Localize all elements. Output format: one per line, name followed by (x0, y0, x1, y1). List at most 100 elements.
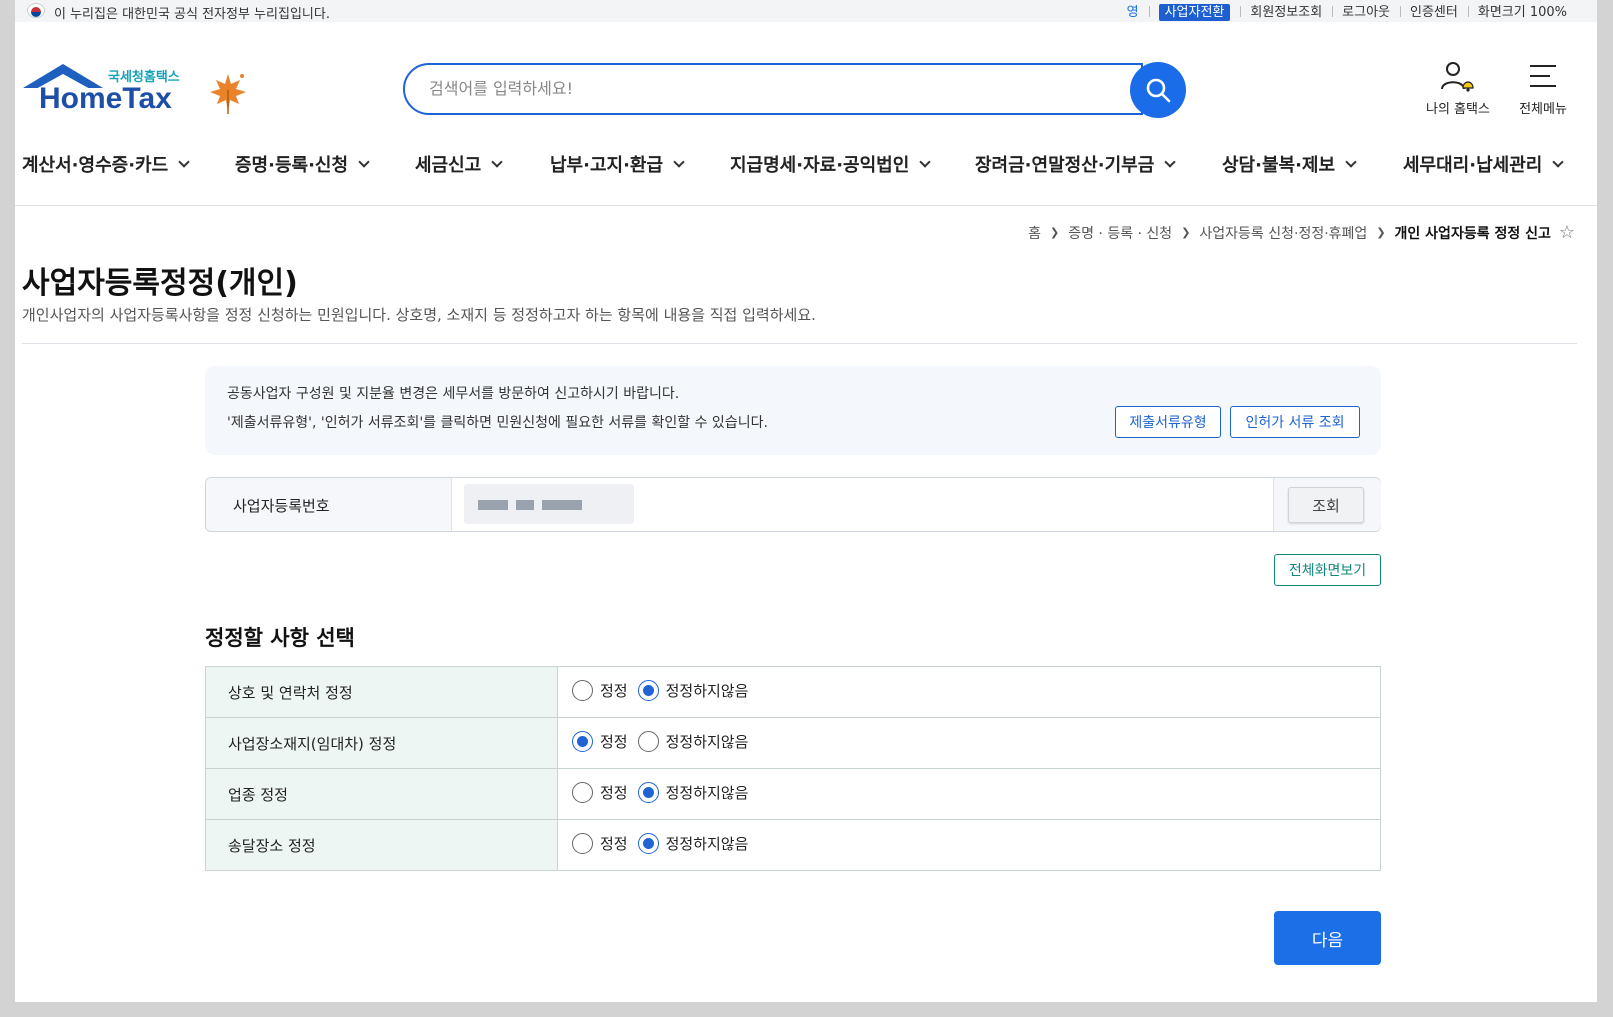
cert-center-link[interactable]: 인증센터 (1400, 1, 1468, 20)
permit-doc-lookup-button[interactable]: 인허가 서류 조회 (1230, 406, 1360, 438)
radio-correct[interactable]: 정정 (572, 679, 628, 701)
chevron-down-icon (1164, 155, 1176, 168)
chevron-down-icon (673, 155, 685, 168)
option-value-cell: 정정 정정하지않음 (557, 819, 1381, 871)
notice-line-2: '제출서류유형', '인허가 서류조회'를 클릭하면 민원신청에 필요한 서류를… (227, 415, 768, 431)
submission-doc-type-button[interactable]: 제출서류유형 (1115, 406, 1221, 438)
page-description: 개인사업자의 사업자등록사항을 정정 신청하는 민원입니다. 상호명, 소재지 … (22, 306, 816, 324)
gnb-item-certificate[interactable]: 증명·등록·신청 (235, 151, 370, 177)
all-menu-label: 전체메뉴 (1519, 102, 1567, 117)
next-button[interactable]: 다음 (1274, 911, 1381, 965)
radio-correct-label: 정정 (600, 732, 628, 751)
option-value-cell: 정정 정정하지않음 (557, 768, 1381, 820)
gnb-divider (15, 205, 1597, 206)
option-row: 송달장소 정정 정정 정정하지않음 (205, 819, 1381, 871)
radio-circle-icon[interactable] (572, 832, 593, 854)
gnb-item-agent[interactable]: 세무대리·납세관리 (1403, 151, 1564, 177)
lookup-button[interactable]: 조회 (1288, 487, 1364, 523)
radio-correct-label: 정정 (600, 834, 628, 853)
language-link[interactable]: 영 (1117, 1, 1149, 20)
chevron-right-icon: ❯ (1049, 226, 1060, 239)
notice-line-1: 공동사업자 구성원 및 지분율 변경은 세무서를 방문하여 신고하시기 바랍니다… (227, 386, 680, 402)
gnb-item-invoice[interactable]: 계산서·영수증·카드 (22, 151, 190, 177)
korea-flag-icon (27, 3, 45, 18)
radio-circle-icon[interactable] (572, 730, 593, 752)
business-switch-link[interactable]: 사업자전환 (1158, 4, 1231, 21)
breadcrumb: 홈 ❯ 증명 · 등록 · 신청 ❯ 사업자등록 신청·정정·휴폐업 ❯ 개인 … (1028, 222, 1575, 243)
radio-circle-icon[interactable] (637, 781, 659, 803)
radio-correct-label: 정정 (600, 783, 628, 802)
my-hometax-label: 나의 홈택스 (1426, 102, 1490, 117)
radio-no-correct[interactable]: 정정하지않음 (637, 832, 749, 854)
option-row: 상호 및 연락처 정정 정정 정정하지않음 (205, 666, 1381, 718)
radio-circle-icon[interactable] (637, 679, 659, 701)
section-title: 정정할 사항 선택 (205, 626, 355, 650)
search-button[interactable] (1130, 62, 1186, 118)
breadcrumb-current: 개인 사업자등록 정정 신고 (1394, 225, 1551, 242)
chevron-down-icon (919, 155, 931, 168)
radio-no-correct[interactable]: 정정하지않음 (637, 781, 749, 803)
fullscreen-view-button[interactable]: 전체화면보기 (1274, 554, 1381, 586)
biz-number-label-cell: 사업자등록번호 (206, 478, 452, 531)
chevron-right-icon: ❯ (1376, 226, 1386, 239)
gov-banner-text: 이 누리집은 대한민국 공식 전자정부 누리집입니다. (54, 7, 330, 22)
biz-number-value-redacted (464, 484, 634, 524)
my-hometax-button[interactable]: 나의 홈택스 (1418, 60, 1498, 117)
top-links: 영 사업자전환 회원정보조회 로그아웃 인증센터 화면크기 100% (1117, 1, 1577, 21)
logout-link[interactable]: 로그아웃 (1332, 1, 1400, 20)
radio-no-correct[interactable]: 정정하지않음 (637, 730, 749, 752)
biz-number-action-cell: 조회 (1273, 478, 1381, 531)
radio-correct[interactable]: 정정 (572, 832, 628, 854)
gnb-item-tax-return[interactable]: 세금신고 (415, 151, 503, 177)
gnb-item-statement[interactable]: 지급명세·자료·공익법인 (730, 151, 931, 177)
search-box (403, 63, 1143, 115)
favorite-star-icon[interactable]: ☆ (1559, 222, 1575, 243)
option-value-cell: 정정 정정하지않음 (557, 666, 1381, 718)
search-icon (1146, 78, 1171, 103)
breadcrumb-home[interactable]: 홈 (1028, 223, 1041, 243)
page-title: 사업자등록정정(개인) (22, 266, 298, 301)
biz-number-label: 사업자등록번호 (233, 497, 330, 515)
radio-circle-icon[interactable] (637, 832, 659, 854)
radio-no-correct-label: 정정하지않음 (665, 834, 749, 853)
chevron-down-icon (491, 155, 503, 168)
chevron-down-icon (178, 155, 190, 168)
gnb-item-payment[interactable]: 납부·고지·환급 (550, 151, 685, 177)
hamburger-menu-icon (1530, 65, 1556, 87)
breadcrumb-level-2[interactable]: 사업자등록 신청·정정·휴폐업 (1199, 223, 1367, 243)
breadcrumb-level-1[interactable]: 증명 · 등록 · 신청 (1068, 223, 1172, 243)
chevron-down-icon (1345, 155, 1357, 168)
hometax-page: 이 누리집은 대한민국 공식 전자정부 누리집입니다. 영 사업자전환 회원정보… (15, 0, 1597, 1002)
radio-correct[interactable]: 정정 (572, 730, 628, 752)
option-label: 사업장소재지(임대차) 정정 (205, 717, 558, 769)
user-bell-icon (1441, 62, 1474, 92)
option-label: 상호 및 연락처 정정 (205, 666, 558, 718)
option-value-cell: 정정 정정하지않음 (557, 717, 1381, 769)
hometax-logo[interactable]: 국세청홈택스 HomeTax (23, 60, 263, 120)
gov-banner: 이 누리집은 대한민국 공식 전자정부 누리집입니다. 영 사업자전환 회원정보… (15, 0, 1597, 22)
all-menu-button[interactable]: 전체메뉴 (1510, 60, 1576, 117)
radio-no-correct[interactable]: 정정하지않음 (637, 679, 749, 701)
maple-leaf-icon (210, 74, 246, 114)
gnb-item-incentive[interactable]: 장려금·연말정산·기부금 (975, 151, 1176, 177)
radio-correct-label: 정정 (600, 681, 628, 700)
member-info-link[interactable]: 회원정보조회 (1240, 1, 1332, 20)
radio-circle-icon[interactable] (572, 679, 593, 701)
radio-correct[interactable]: 정정 (572, 781, 628, 803)
logo-brand: HomeTax (39, 82, 172, 115)
chevron-right-icon: ❯ (1181, 226, 1191, 239)
option-row: 업종 정정 정정 정정하지않음 (205, 768, 1381, 820)
biz-number-row: 사업자등록번호 조회 (205, 477, 1381, 532)
option-label: 송달장소 정정 (205, 819, 558, 871)
radio-no-correct-label: 정정하지않음 (665, 783, 749, 802)
radio-no-correct-label: 정정하지않음 (665, 681, 749, 700)
radio-circle-icon[interactable] (572, 781, 593, 803)
radio-no-correct-label: 정정하지않음 (665, 732, 749, 751)
gnb-item-consult[interactable]: 상담·불복·제보 (1222, 151, 1357, 177)
zoom-control[interactable]: 화면크기 100% (1467, 1, 1577, 20)
title-divider (22, 343, 1577, 344)
option-label: 업종 정정 (205, 768, 558, 820)
chevron-down-icon (358, 155, 370, 168)
radio-circle-icon[interactable] (637, 730, 659, 752)
search-input[interactable] (429, 79, 1109, 98)
